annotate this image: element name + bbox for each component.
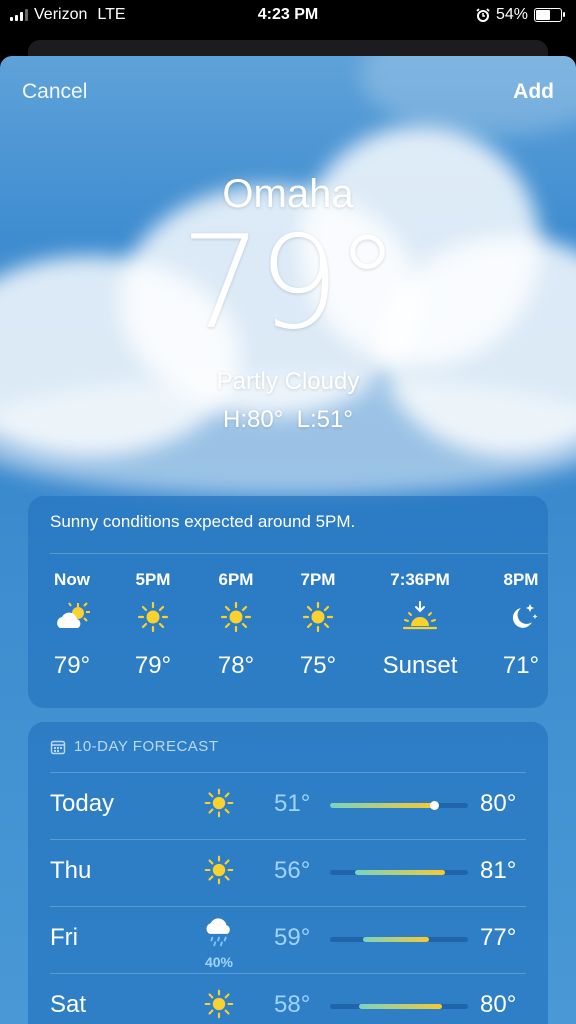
day-label: Thu — [50, 857, 92, 884]
moon-stars-icon — [512, 604, 538, 628]
hour-item: Now 79° — [27, 570, 117, 679]
day-label: Fri — [50, 924, 78, 951]
temperature-range-bar — [330, 937, 468, 942]
hour-temp: 79° — [134, 652, 172, 679]
hour-time: 5PM — [135, 570, 171, 589]
forecast-row[interactable]: Today 51° 80° — [28, 772, 548, 838]
hour-item: 7:36PM Sunset — [365, 570, 475, 679]
divider — [50, 553, 548, 554]
hour-time: 7PM — [300, 570, 336, 589]
high-temp: 77° — [480, 924, 517, 951]
sun-icon — [137, 601, 169, 633]
hour-time: Now — [54, 570, 90, 589]
weather-sheet: Cancel Add Omaha 79° Partly Cloudy H:80°… — [0, 56, 576, 1024]
high-low-label: H:80° L:51° — [223, 406, 353, 433]
calendar-icon — [50, 740, 66, 754]
sun-icon — [220, 601, 252, 633]
forecast-row[interactable]: Fri 40% 59° 77° — [28, 906, 548, 972]
hour-temp: 78° — [217, 652, 255, 679]
condition-label: Partly Cloudy — [216, 368, 360, 395]
day-label: Sat — [50, 991, 87, 1018]
sun-icon — [204, 989, 234, 1019]
hour-item: 8PM 71° — [476, 570, 566, 679]
current-temperature: 79° — [180, 209, 400, 358]
add-button[interactable]: Add — [513, 80, 554, 104]
temperature-range-bar — [330, 1004, 468, 1009]
hour-item: 6PM 78° — [191, 570, 281, 679]
hour-time: 8PM — [503, 570, 539, 589]
hour-temp: 71° — [502, 652, 540, 679]
ten-day-forecast-card[interactable]: 10-DAY FORECAST Today 51° 80° Thu 56° 81… — [28, 722, 548, 1024]
high-temp: 81° — [480, 857, 517, 884]
low-temp: 59° — [274, 924, 311, 951]
low-temp: 58° — [274, 991, 311, 1018]
conditions-summary: Sunny conditions expected around 5PM. — [50, 512, 356, 531]
sunset-label: Sunset — [382, 652, 458, 679]
battery-icon — [534, 8, 565, 22]
sun-icon — [204, 788, 234, 818]
sun-icon — [302, 601, 334, 633]
status-bar: Verizon LTE 4:23 PM 54% — [0, 0, 576, 34]
precip-chance: 40% — [204, 954, 234, 970]
cloud-rain-icon — [206, 918, 230, 947]
hour-item: 7PM 75° — [273, 570, 363, 679]
current-temp-marker — [429, 801, 439, 810]
forecast-row[interactable]: Sat 58° 80° — [28, 973, 548, 1024]
forecast-header: 10-DAY FORECAST — [50, 738, 218, 755]
alarm-icon — [476, 8, 490, 22]
low-temp: 51° — [274, 790, 311, 817]
temperature-range-bar — [330, 801, 468, 810]
sunset-icon — [402, 601, 438, 630]
high-temp: 80° — [480, 790, 517, 817]
status-right: 54% — [476, 6, 565, 24]
forecast-row[interactable]: Thu 56° 81° — [28, 839, 548, 905]
temperature-range-bar — [330, 870, 468, 875]
hour-temp: 79° — [53, 652, 91, 679]
hour-item: 5PM 79° — [108, 570, 198, 679]
day-label: Today — [50, 790, 115, 817]
low-temp: 56° — [274, 857, 311, 884]
partly-cloudy-icon — [57, 602, 90, 628]
forecast-title: 10-DAY FORECAST — [74, 738, 219, 755]
cancel-button[interactable]: Cancel — [22, 80, 87, 104]
hourly-forecast-card[interactable]: Sunny conditions expected around 5PM. No… — [28, 496, 548, 708]
hour-temp: 75° — [299, 652, 337, 679]
hour-time: 6PM — [218, 570, 254, 589]
sun-icon — [204, 855, 234, 885]
battery-percent: 54% — [495, 6, 528, 23]
high-temp: 80° — [480, 991, 517, 1018]
hour-time: 7:36PM — [390, 570, 450, 589]
